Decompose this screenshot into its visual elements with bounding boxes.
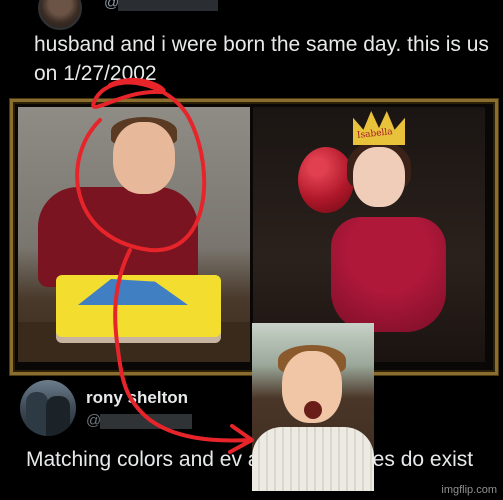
- avatar[interactable]: [38, 0, 82, 30]
- girl-dress: [331, 217, 446, 332]
- girl-head: [353, 147, 405, 207]
- avatar-person-1: [26, 392, 48, 436]
- reply-avatar[interactable]: [20, 380, 76, 436]
- inset-mouth: [304, 401, 322, 419]
- imgflip-watermark: imgflip.com: [441, 484, 497, 496]
- inset-sweater: [252, 427, 374, 491]
- top-tweet-text: husband and i were born the same day. th…: [34, 33, 489, 85]
- top-tweet: @j husband and i were born the same day.…: [0, 0, 503, 100]
- avatar-person-2: [46, 396, 70, 436]
- boy-shirt: [38, 187, 198, 287]
- reply-name[interactable]: rony shelton: [86, 388, 188, 408]
- reply-handle[interactable]: @: [86, 412, 101, 429]
- red-balloon: [298, 147, 354, 213]
- boy-head: [113, 122, 175, 194]
- redacted-reply-handle-bar: [100, 414, 192, 429]
- photo-left-boy-birthday[interactable]: [18, 107, 250, 362]
- redacted-handle-bar: [118, 0, 218, 11]
- meme-inset-surprised-boy: [252, 323, 374, 491]
